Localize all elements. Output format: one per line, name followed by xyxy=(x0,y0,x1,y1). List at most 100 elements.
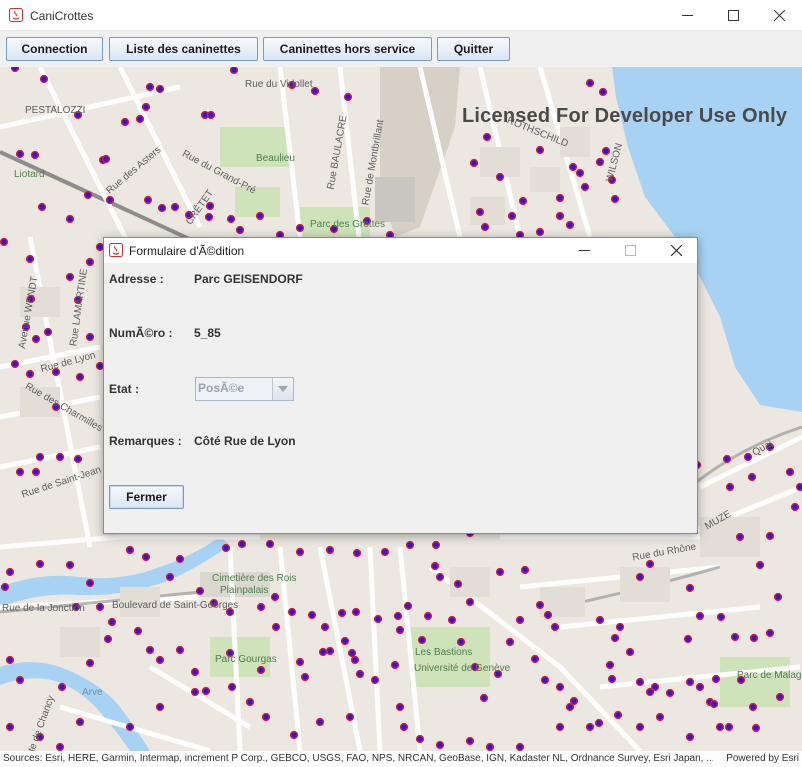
quitter-button[interactable]: Quitter xyxy=(437,37,510,61)
caninette-marker[interactable] xyxy=(598,87,608,97)
caninette-marker[interactable] xyxy=(307,610,317,620)
caninette-marker[interactable] xyxy=(568,162,578,172)
close-button[interactable] xyxy=(756,0,802,31)
caninette-marker[interactable] xyxy=(395,625,405,635)
caninette-marker[interactable] xyxy=(482,132,492,142)
caninette-marker[interactable] xyxy=(625,647,635,657)
caninette-marker[interactable] xyxy=(431,540,441,550)
caninette-marker[interactable] xyxy=(141,102,151,112)
caninette-marker[interactable] xyxy=(300,672,310,682)
caninette-marker[interactable] xyxy=(175,645,185,655)
caninette-marker[interactable] xyxy=(540,675,550,685)
caninette-marker[interactable] xyxy=(325,646,335,656)
caninette-marker[interactable] xyxy=(155,702,165,712)
caninette-marker[interactable] xyxy=(141,552,151,562)
caninette-marker[interactable] xyxy=(145,645,155,655)
caninette-marker[interactable] xyxy=(456,637,466,647)
caninette-marker[interactable] xyxy=(716,612,726,622)
caninette-marker[interactable] xyxy=(601,146,611,156)
window-titlebar[interactable]: CaniCrottes xyxy=(0,0,802,31)
caninette-marker[interactable] xyxy=(43,327,53,337)
fermer-button[interactable]: Fermer xyxy=(109,485,184,509)
caninette-marker[interactable] xyxy=(695,682,705,692)
caninette-marker[interactable] xyxy=(256,602,266,612)
caninette-marker[interactable] xyxy=(226,214,236,224)
caninette-marker[interactable] xyxy=(352,548,362,558)
caninette-marker[interactable] xyxy=(190,667,200,677)
caninette-marker[interactable] xyxy=(635,677,645,687)
caninette-marker[interactable] xyxy=(255,211,265,221)
caninette-marker[interactable] xyxy=(585,722,595,732)
dialog-maximize-button[interactable] xyxy=(607,238,653,263)
caninette-marker[interactable] xyxy=(465,597,475,607)
caninette-marker[interactable] xyxy=(325,545,335,555)
caninette-marker[interactable] xyxy=(785,467,795,477)
caninette-marker[interactable] xyxy=(229,67,239,75)
caninette-marker[interactable] xyxy=(520,565,530,575)
caninette-marker[interactable] xyxy=(57,682,67,692)
caninette-marker[interactable] xyxy=(655,712,665,722)
caninette-marker[interactable] xyxy=(480,222,490,232)
caninette-marker[interactable] xyxy=(565,220,575,230)
caninette-marker[interactable] xyxy=(107,617,117,627)
caninette-marker[interactable] xyxy=(724,722,734,732)
caninette-marker[interactable] xyxy=(10,67,20,73)
caninette-marker[interactable] xyxy=(765,628,775,638)
caninette-marker[interactable] xyxy=(417,635,427,645)
caninette-marker[interactable] xyxy=(543,610,553,620)
caninette-marker[interactable] xyxy=(565,702,575,712)
caninette-marker[interactable] xyxy=(39,74,49,84)
caninette-marker[interactable] xyxy=(15,149,25,159)
caninette-marker[interactable] xyxy=(515,742,525,751)
caninette-marker[interactable] xyxy=(755,560,765,570)
caninette-marker[interactable] xyxy=(435,740,445,750)
caninette-marker[interactable] xyxy=(751,723,761,733)
caninette-marker[interactable] xyxy=(318,647,328,657)
caninette-marker[interactable] xyxy=(535,145,545,155)
caninette-marker[interactable] xyxy=(343,92,353,102)
caninette-marker[interactable] xyxy=(35,452,45,462)
caninette-marker[interactable] xyxy=(289,730,299,740)
caninette-marker[interactable] xyxy=(555,722,565,732)
liste-caninettes-button[interactable]: Liste des caninettes xyxy=(109,37,258,61)
caninette-marker[interactable] xyxy=(347,648,357,658)
caninette-marker[interactable] xyxy=(555,193,565,203)
caninette-marker[interactable] xyxy=(747,472,757,482)
caninette-marker[interactable] xyxy=(594,718,604,728)
caninette-marker[interactable] xyxy=(518,196,528,206)
caninette-marker[interactable] xyxy=(101,154,111,164)
caninette-marker[interactable] xyxy=(685,732,695,742)
caninette-marker[interactable] xyxy=(337,608,347,618)
caninette-marker[interactable] xyxy=(370,675,380,685)
caninette-marker[interactable] xyxy=(743,452,753,462)
caninette-marker[interactable] xyxy=(157,203,167,213)
etat-select[interactable]: PosÃ©e xyxy=(195,377,294,401)
caninette-marker[interactable] xyxy=(145,82,155,92)
caninette-marker[interactable] xyxy=(265,539,275,549)
caninette-marker[interactable] xyxy=(204,212,214,222)
caninette-marker[interactable] xyxy=(25,369,35,379)
caninette-marker[interactable] xyxy=(685,583,695,593)
caninette-marker[interactable] xyxy=(393,611,403,621)
caninette-marker[interactable] xyxy=(190,687,200,697)
caninette-marker[interactable] xyxy=(170,202,180,212)
caninette-marker[interactable] xyxy=(595,157,605,167)
caninette-marker[interactable] xyxy=(530,654,540,664)
caninette-marker[interactable] xyxy=(715,722,725,732)
caninette-marker[interactable] xyxy=(355,669,365,679)
caninette-marker[interactable] xyxy=(256,665,266,675)
caninette-marker[interactable] xyxy=(120,117,130,127)
caninette-marker[interactable] xyxy=(475,207,485,217)
dropdown-arrow-icon[interactable] xyxy=(272,378,293,400)
caninette-marker[interactable] xyxy=(85,332,95,342)
caninette-marker[interactable] xyxy=(135,114,145,124)
caninette-marker[interactable] xyxy=(340,636,350,646)
caninette-marker[interactable] xyxy=(610,194,620,204)
caninette-marker[interactable] xyxy=(595,615,605,625)
caninette-marker[interactable] xyxy=(175,554,185,564)
caninette-marker[interactable] xyxy=(195,586,205,596)
caninette-marker[interactable] xyxy=(85,257,95,267)
caninette-marker[interactable] xyxy=(423,611,433,621)
caninette-marker[interactable] xyxy=(469,158,479,168)
caninette-marker[interactable] xyxy=(55,452,65,462)
